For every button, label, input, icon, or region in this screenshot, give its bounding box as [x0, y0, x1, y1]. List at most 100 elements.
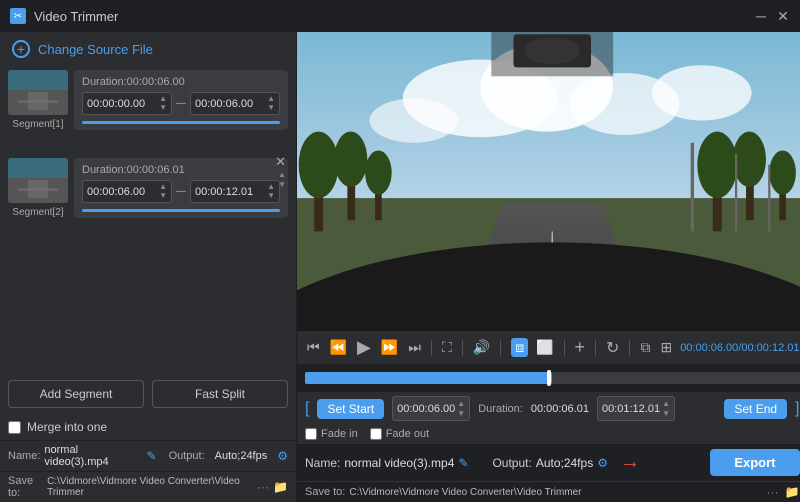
- name-output-row: Name: normal video(3).mp4 ✎ Output: Auto…: [0, 440, 296, 471]
- app-icon: ✂: [10, 8, 26, 24]
- seg2-end-down[interactable]: ▼: [267, 192, 275, 200]
- duration-value: 00:00:06.01: [531, 403, 589, 415]
- ext-2-button[interactable]: ⊞: [658, 337, 674, 358]
- add-button[interactable]: +: [573, 335, 588, 360]
- fade-out-option: Fade out: [370, 428, 429, 440]
- bottom-dots-button[interactable]: ···: [767, 485, 779, 499]
- segment-2-close[interactable]: ✕: [275, 154, 286, 170]
- name-edit-icon[interactable]: ✎: [147, 449, 157, 463]
- bracket-left: [: [305, 400, 309, 418]
- segments-area: Segment[1] Duration:00:00:06.00 00:00:00…: [0, 66, 296, 372]
- change-source-button[interactable]: + Change Source File: [0, 32, 296, 66]
- bottom-output-value: Auto;24fps: [536, 456, 593, 470]
- fade-out-checkbox[interactable]: [370, 428, 382, 440]
- ctrl-sep-4: [564, 340, 565, 356]
- forward-button[interactable]: ⏩: [379, 337, 400, 358]
- seg2-start-up[interactable]: ▲: [159, 183, 167, 191]
- segment-2-duration: Duration:00:00:06.01: [82, 164, 280, 176]
- output-value: Auto;24fps: [215, 450, 268, 462]
- set-start-button[interactable]: Set Start: [317, 399, 384, 419]
- name-section: Name: normal video(3).mp4 ✎: [305, 456, 468, 470]
- title-bar-left: ✂ Video Trimmer: [10, 8, 118, 24]
- timeline-bar[interactable]: [297, 364, 800, 392]
- seg1-end-down[interactable]: ▼: [267, 104, 275, 112]
- end-up[interactable]: ▲: [662, 399, 670, 408]
- merge-checkbox[interactable]: [8, 421, 21, 434]
- end-time-input[interactable]: 00:01:12.01 ▲ ▼: [597, 396, 675, 421]
- fullscreen-exit-button[interactable]: ⛶: [440, 337, 454, 358]
- name-label: Name:: [8, 450, 40, 462]
- bottom-name-edit[interactable]: ✎: [458, 456, 468, 470]
- seg1-start-down[interactable]: ▼: [159, 104, 167, 112]
- segment-1: Segment[1] Duration:00:00:06.00 00:00:00…: [8, 70, 288, 130]
- segment-2-start-input[interactable]: 00:00:06.00 ▲ ▼: [82, 180, 172, 203]
- seg2-start-down[interactable]: ▼: [159, 192, 167, 200]
- seg1-end-up[interactable]: ▲: [267, 95, 275, 103]
- segment-2-thumb: [8, 158, 68, 203]
- seg2-arrow: —: [176, 186, 186, 197]
- export-arrow-icon: →: [620, 451, 640, 474]
- bottom-folder-icon[interactable]: 📁: [785, 485, 800, 499]
- save-dots-button[interactable]: ···: [257, 480, 269, 494]
- bracket-right: ]: [795, 400, 799, 418]
- segment-2-label: Segment[2]: [12, 207, 63, 218]
- segment-1-start-input[interactable]: 00:00:00.00 ▲ ▼: [82, 92, 172, 115]
- seg2-nav-down[interactable]: ▼: [278, 180, 286, 189]
- add-segment-button[interactable]: Add Segment: [8, 380, 144, 408]
- close-button[interactable]: ✕: [776, 9, 790, 23]
- name-value: normal video(3).mp4: [44, 444, 140, 468]
- ctrl-sep-2: [462, 340, 463, 356]
- segment-1-duration: Duration:00:00:06.00: [82, 76, 280, 88]
- save-folder-icon[interactable]: 📁: [273, 480, 288, 494]
- segment-1-bar: [82, 121, 280, 124]
- skip-end-button[interactable]: ⏭: [406, 337, 423, 358]
- rewind-button[interactable]: ⏪: [328, 337, 349, 358]
- output-row: Output: Auto;24fps ⚙: [169, 449, 288, 463]
- bottom-save-label: Save to:: [305, 486, 345, 498]
- play-button[interactable]: ▶: [355, 335, 373, 360]
- rotate-button[interactable]: ↻: [604, 336, 621, 360]
- change-source-label: Change Source File: [38, 42, 153, 57]
- bottom-name-value: normal video(3).mp4: [344, 456, 454, 470]
- start-time-input[interactable]: 00:00:06.00 ▲ ▼: [392, 396, 470, 421]
- skip-start-button[interactable]: ⏮: [305, 337, 322, 358]
- export-button[interactable]: Export: [710, 449, 799, 476]
- clip-mode-1-button[interactable]: ⧈: [511, 338, 528, 357]
- start-up[interactable]: ▲: [457, 399, 465, 408]
- output-gear-icon[interactable]: ⚙: [277, 449, 288, 463]
- start-down[interactable]: ▼: [457, 409, 465, 418]
- clip-mode-2-button[interactable]: ⬜: [534, 337, 555, 358]
- save-to-row: Save to: C:\Vidmore\Vidmore Video Conver…: [0, 471, 296, 502]
- seg2-nav-up[interactable]: ▲: [278, 170, 286, 179]
- seg1-arrow: —: [176, 98, 186, 109]
- right-panel: ⏮ ⏪ ▶ ⏩ ⏭ ⛶ 🔊 ⧈ ⬜ + ↻ ⧉ ⊞ 00:00:06.00/00…: [297, 32, 800, 502]
- ctrl-sep-3: [500, 340, 501, 356]
- set-end-button[interactable]: Set End: [724, 399, 787, 419]
- fast-split-button[interactable]: Fast Split: [152, 380, 288, 408]
- timeline-thumb[interactable]: [547, 370, 551, 386]
- segment-1-end-input[interactable]: 00:00:06.00 ▲ ▼: [190, 92, 280, 115]
- segment-1-label: Segment[1]: [12, 119, 63, 130]
- merge-row: Merge into one: [0, 416, 296, 440]
- timeline-track[interactable]: [305, 372, 800, 384]
- seg2-end-up[interactable]: ▲: [267, 183, 275, 191]
- bottom-output-gear[interactable]: ⚙: [597, 456, 608, 470]
- video-preview: [297, 32, 800, 331]
- segment-2-time-row: 00:00:06.00 ▲ ▼ — 00:00:12.01 ▲: [82, 180, 280, 203]
- seg1-start-up[interactable]: ▲: [159, 95, 167, 103]
- ctrl-sep-6: [629, 340, 630, 356]
- ctrl-sep-1: [431, 340, 432, 356]
- fade-in-label: Fade in: [321, 428, 358, 440]
- set-points-bar: [ Set Start 00:00:06.00 ▲ ▼ Duration: 00…: [297, 392, 800, 425]
- title-bar: ✂ Video Trimmer ─ ✕: [0, 0, 800, 32]
- left-panel: + Change Source File: [0, 32, 297, 502]
- end-down[interactable]: ▼: [662, 409, 670, 418]
- ext-1-button[interactable]: ⧉: [638, 337, 652, 358]
- segment-2-end-input[interactable]: 00:00:12.01 ▲ ▼: [190, 180, 280, 203]
- controls-bar: ⏮ ⏪ ▶ ⏩ ⏭ ⛶ 🔊 ⧈ ⬜ + ↻ ⧉ ⊞ 00:00:06.00/00…: [297, 331, 800, 364]
- minimize-button[interactable]: ─: [754, 9, 768, 23]
- title-bar-controls: ─ ✕: [754, 9, 790, 23]
- fade-in-checkbox[interactable]: [305, 428, 317, 440]
- volume-button[interactable]: 🔊: [471, 337, 492, 358]
- fade-in-option: Fade in: [305, 428, 358, 440]
